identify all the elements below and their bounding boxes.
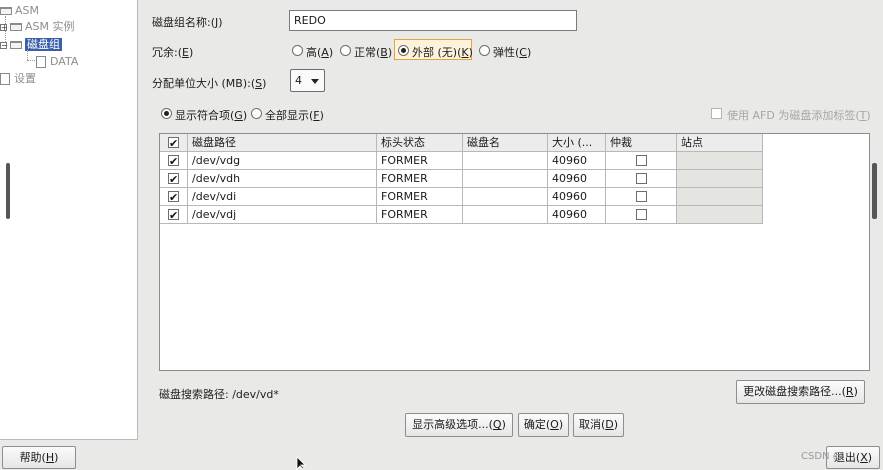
disk-path-cell: /dev/vdg: [188, 152, 377, 170]
header-status-cell: FORMER: [377, 188, 463, 206]
redundancy-normal-radio[interactable]: [340, 45, 351, 56]
quorum-checkbox[interactable]: [636, 191, 647, 202]
size-cell: 40960: [548, 188, 606, 206]
disk-table[interactable]: 磁盘路径 标头状态 磁盘名 大小 (... 仲裁 站点 /dev/vdg FOR…: [159, 133, 870, 371]
column-header-site[interactable]: 站点: [677, 134, 763, 152]
site-cell: [677, 206, 763, 224]
disk-name-cell[interactable]: [463, 152, 548, 170]
afd-label-text: 使用 AFD 为磁盘添加标签(T): [727, 109, 871, 122]
diskgroup-name-label: 磁盘组名称:(J): [152, 16, 223, 29]
redundancy-normal-label[interactable]: 正常(B): [354, 44, 392, 60]
mouse-pointer-icon: [296, 456, 306, 470]
site-cell: [677, 188, 763, 206]
tree-item-asm-instances-label: ASM 实例: [25, 20, 75, 33]
document-icon: [36, 56, 46, 68]
header-status-cell: FORMER: [377, 206, 463, 224]
tree-item-data-label: DATA: [50, 55, 79, 68]
allocation-unit-select[interactable]: 4: [290, 69, 325, 92]
redundancy-high-radio[interactable]: [292, 45, 303, 56]
collapse-icon[interactable]: −: [0, 41, 8, 49]
column-header-status[interactable]: 标头状态: [377, 134, 463, 152]
show-advanced-options-button[interactable]: 显示高级选项...(Q): [405, 413, 513, 437]
size-cell: 40960: [548, 170, 606, 188]
show-matching-label[interactable]: 显示符合项(G): [175, 107, 247, 123]
quorum-cell: [606, 188, 677, 206]
help-button[interactable]: 帮助(H): [2, 446, 76, 469]
quorum-cell: [606, 170, 677, 188]
cancel-button[interactable]: 取消(D): [573, 413, 624, 437]
disk-name-cell[interactable]: [463, 206, 548, 224]
table-row[interactable]: [160, 170, 188, 188]
quorum-checkbox[interactable]: [636, 173, 647, 184]
site-cell: [677, 152, 763, 170]
tree-item-asm-label: ASM: [15, 4, 39, 17]
folder-icon: [10, 23, 22, 31]
change-search-path-button[interactable]: 更改磁盘搜索路径...(R): [736, 380, 865, 404]
table-row[interactable]: [160, 206, 188, 224]
allocation-unit-value: 4: [295, 74, 302, 87]
redundancy-flex-label[interactable]: 弹性(C): [493, 44, 531, 60]
form-scrollbar[interactable]: [872, 163, 877, 219]
quorum-checkbox[interactable]: [636, 209, 647, 220]
disk-path-cell: /dev/vdh: [188, 170, 377, 188]
tree-item-asm-instances[interactable]: + ASM 实例: [0, 19, 75, 34]
folder-open-icon: [10, 41, 22, 49]
tree-item-settings[interactable]: 设置: [0, 71, 36, 86]
expand-icon[interactable]: +: [0, 23, 8, 31]
redundancy-flex-radio[interactable]: [479, 45, 490, 56]
quorum-cell: [606, 152, 677, 170]
chevron-down-icon: [311, 79, 319, 84]
tree-item-settings-label: 设置: [14, 72, 36, 85]
header-status-cell: FORMER: [377, 170, 463, 188]
table-row[interactable]: [160, 152, 188, 170]
show-all-radio[interactable]: [251, 108, 262, 119]
row-select-checkbox[interactable]: [168, 189, 179, 205]
select-all-cell[interactable]: [160, 134, 188, 152]
row-select-checkbox[interactable]: [168, 153, 179, 169]
show-all-label[interactable]: 全部显示(F): [265, 107, 324, 123]
disk-search-path-label: 磁盘搜索路径: /dev/vd*: [159, 388, 279, 401]
tree-item-diskgroups-label: 磁盘组: [25, 38, 62, 51]
site-cell: [677, 170, 763, 188]
allocation-unit-label: 分配单位大小 (MB):(S): [152, 77, 267, 90]
disk-name-cell[interactable]: [463, 188, 548, 206]
show-matching-radio[interactable]: [161, 108, 172, 119]
row-select-checkbox[interactable]: [168, 171, 179, 187]
tree-scrollbar[interactable]: [6, 163, 10, 219]
redundancy-external-radio[interactable]: [398, 45, 409, 56]
size-cell: 40960: [548, 152, 606, 170]
disk-name-cell[interactable]: [463, 170, 548, 188]
size-cell: 40960: [548, 206, 606, 224]
select-all-checkbox[interactable]: [168, 135, 179, 151]
document-icon: [0, 73, 10, 85]
redundancy-high-label[interactable]: 高(A): [306, 44, 333, 60]
column-header-path[interactable]: 磁盘路径: [188, 134, 377, 152]
afd-label-checkbox[interactable]: [711, 108, 722, 119]
column-header-size[interactable]: 大小 (...: [548, 134, 606, 152]
disk-path-cell: /dev/vdj: [188, 206, 377, 224]
tree-item-diskgroups[interactable]: − 磁盘组: [0, 37, 62, 52]
column-header-quorum[interactable]: 仲裁: [606, 134, 677, 152]
ok-button[interactable]: 确定(O): [518, 413, 569, 437]
redundancy-external-label[interactable]: 外部 (无)(K): [412, 44, 473, 60]
table-row[interactable]: [160, 188, 188, 206]
watermark-text: CSDN @: [801, 451, 843, 462]
quorum-cell: [606, 206, 677, 224]
disk-path-cell: /dev/vdi: [188, 188, 377, 206]
header-status-cell: FORMER: [377, 152, 463, 170]
redundancy-label: 冗余:(E): [152, 46, 194, 59]
row-select-checkbox[interactable]: [168, 207, 179, 223]
column-header-disk-name[interactable]: 磁盘名: [463, 134, 548, 152]
navigation-tree[interactable]: ASM + ASM 实例 − 磁盘组 DATA 设置: [0, 0, 138, 440]
tree-item-data[interactable]: DATA: [36, 54, 78, 69]
quorum-checkbox[interactable]: [636, 155, 647, 166]
folder-open-icon: [0, 7, 12, 15]
diskgroup-name-input[interactable]: REDO: [289, 10, 577, 31]
